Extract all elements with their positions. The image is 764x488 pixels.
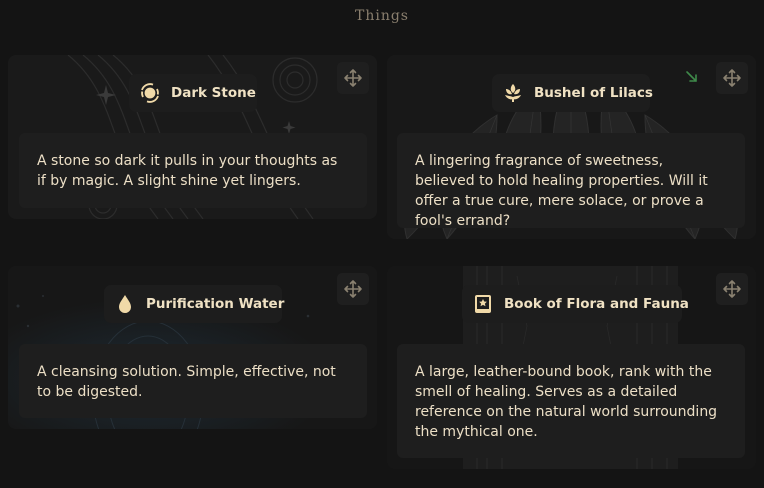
item-card-purification-water[interactable]: Purification Water A cleansing solution.… bbox=[8, 266, 377, 429]
item-card-bushel-of-lilacs[interactable]: Bushel of Lilacs A lingering fragrance o… bbox=[387, 55, 756, 239]
item-description-text: A stone so dark it pulls in your thought… bbox=[37, 153, 338, 189]
item-card-dark-stone[interactable]: Dark Stone A stone so dark it pulls in y… bbox=[8, 55, 377, 219]
move-handle[interactable] bbox=[337, 62, 369, 94]
book-icon bbox=[472, 293, 494, 315]
item-description-text: A cleansing solution. Simple, effective,… bbox=[37, 364, 336, 400]
item-description: A cleansing solution. Simple, effective,… bbox=[19, 344, 367, 418]
move-handle[interactable] bbox=[337, 273, 369, 305]
move-arrows-icon bbox=[723, 69, 741, 87]
item-title: Purification Water bbox=[104, 285, 285, 323]
item-title: Book of Flora and Fauna bbox=[462, 285, 689, 323]
move-arrows-icon bbox=[723, 280, 741, 298]
item-name: Purification Water bbox=[146, 296, 285, 312]
item-title: Dark Stone bbox=[129, 74, 257, 112]
item-description-text: A lingering fragrance of sweetness, beli… bbox=[415, 153, 708, 229]
item-card-book-of-flora-and-fauna[interactable]: Book of Flora and Fauna A large, leather… bbox=[387, 266, 756, 469]
resize-corner-icon[interactable] bbox=[685, 70, 699, 84]
move-handle[interactable] bbox=[716, 62, 748, 94]
item-description: A large, leather-bound book, rank with t… bbox=[397, 344, 745, 458]
orbit-stone-icon bbox=[139, 82, 161, 104]
move-handle[interactable] bbox=[716, 273, 748, 305]
flower-bushel-icon bbox=[502, 82, 524, 104]
page-title: Things bbox=[355, 8, 409, 24]
item-name: Book of Flora and Fauna bbox=[504, 296, 689, 312]
item-description: A lingering fragrance of sweetness, beli… bbox=[397, 133, 745, 229]
move-arrows-icon bbox=[344, 280, 362, 298]
move-arrows-icon bbox=[344, 69, 362, 87]
item-description: A stone so dark it pulls in your thought… bbox=[19, 133, 367, 208]
water-drop-icon bbox=[114, 293, 136, 315]
item-name: Dark Stone bbox=[171, 85, 256, 101]
item-name: Bushel of Lilacs bbox=[534, 85, 653, 101]
item-title: Bushel of Lilacs bbox=[492, 74, 653, 112]
item-description-text: A large, leather-bound book, rank with t… bbox=[415, 364, 718, 440]
